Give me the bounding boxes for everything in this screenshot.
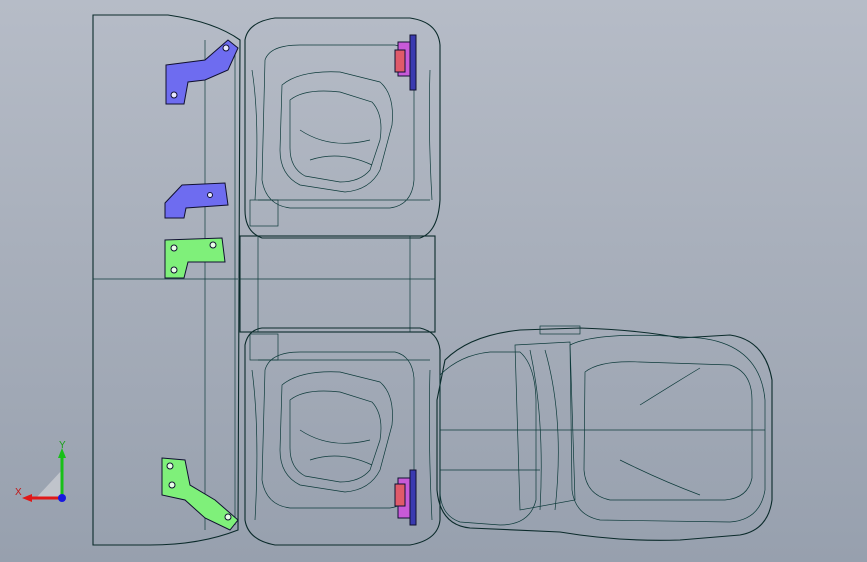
bracket-top-left <box>165 39 239 105</box>
folded-front-seat <box>436 325 773 541</box>
bracket-mid-blue <box>164 182 229 219</box>
x-axis-arrow-icon <box>22 494 32 502</box>
x-axis-label: X <box>15 487 22 498</box>
seat-model[interactable] <box>0 0 867 562</box>
center-seat-section <box>239 199 436 361</box>
bracket-mid-green <box>164 237 226 279</box>
3d-viewport[interactable]: Y X <box>0 0 867 562</box>
axis-triad: Y X <box>14 440 84 510</box>
y-axis-label: Y <box>59 440 66 451</box>
z-axis-dot-icon <box>58 494 66 502</box>
latch-bottom <box>394 469 417 526</box>
latch-top <box>394 34 417 91</box>
triad-plane <box>36 470 62 498</box>
bracket-bottom-green <box>161 457 239 531</box>
